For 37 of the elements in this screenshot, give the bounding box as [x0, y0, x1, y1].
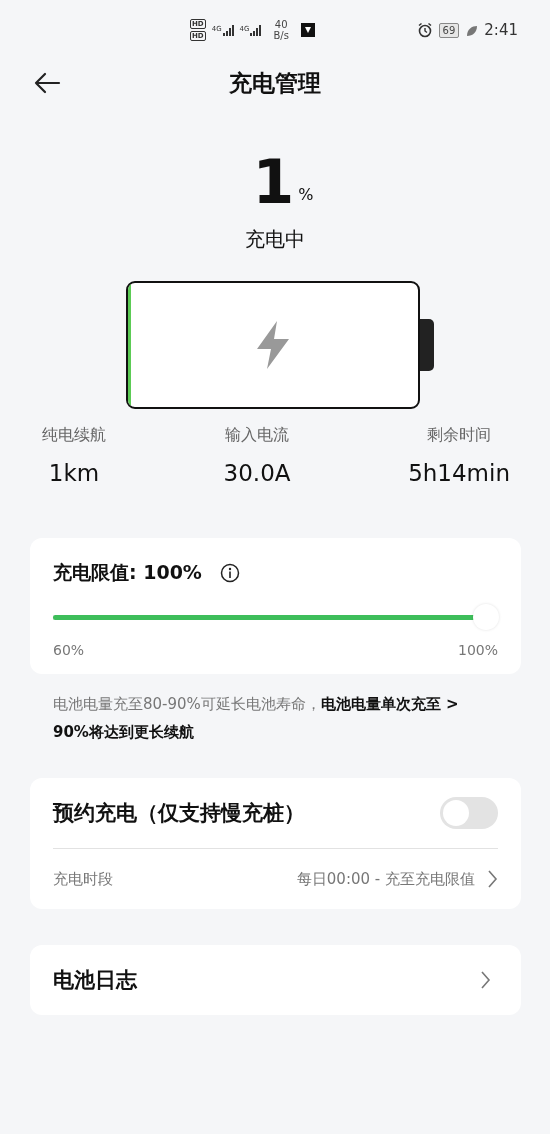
percent-unit: %: [298, 185, 314, 204]
chevron-right-icon: [480, 970, 491, 990]
battery-log-item[interactable]: 电池日志: [30, 945, 521, 1015]
back-button[interactable]: [33, 71, 61, 95]
back-arrow-icon: [33, 71, 61, 95]
leaf-icon: [465, 23, 479, 37]
app-notification-icon: [300, 23, 315, 37]
alarm-icon: [416, 22, 433, 38]
schedule-title: 预约充电（仅支持慢充桩）: [53, 800, 305, 827]
charging-period-row[interactable]: 充电时段 每日00:00 - 充至充电限值: [53, 849, 498, 909]
signal-icon: [222, 24, 234, 36]
speed-value: 40: [274, 19, 288, 30]
slider-thumb[interactable]: [473, 604, 499, 630]
row-value: 每日00:00 - 充至充电限值: [296, 869, 475, 889]
speed-unit: B/s: [273, 30, 289, 41]
lightning-icon: [255, 321, 291, 369]
stat-label: 输入电流: [225, 425, 290, 446]
stat-label: 纯电续航: [42, 425, 106, 446]
limit-title: 充电限值: 100%: [53, 560, 202, 585]
schedule-toggle[interactable]: [440, 797, 498, 829]
info-icon: [219, 563, 240, 583]
stat-value: 5h14min: [408, 460, 510, 486]
battery-indicator: 69: [438, 22, 460, 38]
chevron-right-icon: [487, 869, 498, 889]
range-min-label: 60%: [53, 642, 85, 658]
charging-status: 充电中: [244, 226, 306, 253]
stat-value: 1km: [48, 460, 100, 486]
battery-terminal: [420, 319, 434, 371]
stat-label: 剩余时间: [427, 425, 492, 446]
signal-icon: [250, 24, 262, 36]
battery-percent: 1: [252, 150, 295, 214]
clock-time: 2:41: [484, 21, 518, 39]
row-label: 充电时段: [53, 869, 113, 889]
stat-value: 30.0A: [223, 460, 291, 486]
page-title: 充电管理: [229, 68, 321, 98]
battery-tip-text: 电池电量充至80-90%可延长电池寿命，电池电量单次充至 > 90%将达到更长续航: [53, 694, 460, 743]
range-max-label: 100%: [457, 642, 498, 658]
